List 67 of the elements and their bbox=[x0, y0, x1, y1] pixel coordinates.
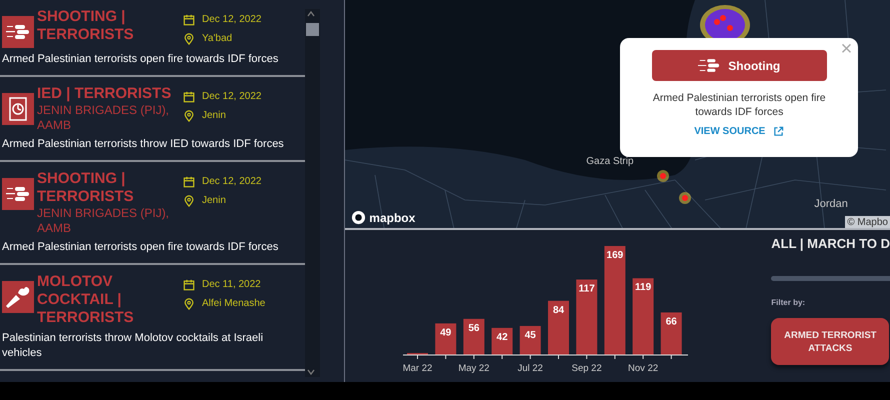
event-title: SHOOTING | TERRORISTS bbox=[37, 170, 135, 206]
filter-button[interactable]: ARMED TERRORIST ATTACKS bbox=[771, 318, 890, 365]
filter-label: Filter by: bbox=[771, 298, 806, 307]
map-attribution[interactable]: © Mapbo bbox=[845, 216, 890, 228]
location-pin-icon bbox=[183, 32, 195, 44]
bar-value-label: 66 bbox=[666, 316, 678, 328]
category-label: Shooting bbox=[728, 58, 780, 72]
bar-value-label: 49 bbox=[440, 327, 452, 338]
scrollbar[interactable] bbox=[305, 9, 320, 377]
chart-bar bbox=[661, 312, 682, 355]
bar-value-label: 56 bbox=[468, 322, 480, 334]
bottle-flame-icon bbox=[2, 281, 34, 313]
event-date: Dec 11, 2022 bbox=[202, 279, 261, 290]
event-location: Jenin bbox=[202, 110, 226, 121]
range-slider-track[interactable] bbox=[771, 276, 890, 281]
event-description: Armed Palestinian terrorists open fire towards IDF forces bbox=[2, 52, 280, 67]
axis-tick-label: Mar 22 bbox=[403, 363, 433, 374]
calendar-icon bbox=[183, 176, 195, 188]
chart-bar bbox=[548, 300, 570, 355]
bomb-icon bbox=[2, 93, 34, 125]
map-logo-text: mapbox bbox=[369, 210, 416, 224]
event-title: MOLOTOV COCKTAIL | TERRORISTS bbox=[37, 273, 135, 327]
bar-value-label: 45 bbox=[525, 330, 536, 341]
bar-value-label: 119 bbox=[635, 282, 652, 294]
event-group: JENIN BRIGADES (PIJ), AAMB bbox=[37, 103, 179, 133]
calendar-icon bbox=[183, 14, 195, 26]
location-pin-icon bbox=[183, 110, 195, 122]
event-location: Ya'bad bbox=[202, 33, 232, 44]
map-label: Gaza Strip bbox=[586, 156, 634, 167]
chart-bar bbox=[464, 318, 485, 355]
event-location: Alfei Menashe bbox=[202, 298, 266, 309]
calendar-icon bbox=[183, 90, 195, 102]
event-description: Armed Palestinian terrorists throw IED towards IDF forces bbox=[2, 137, 285, 152]
event-title: IED | TERRORISTS bbox=[37, 85, 172, 103]
chart-bar bbox=[520, 326, 542, 355]
axis-tick-label: Nov 22 bbox=[628, 363, 658, 374]
event-title: SHOOTING | TERRORISTS bbox=[37, 8, 135, 44]
bar-value-label: 84 bbox=[553, 304, 564, 316]
view-source-link[interactable]: VIEW SOURCE bbox=[694, 126, 784, 137]
popup-description: Armed Palestinian terrorists open fire towards IDF forces bbox=[652, 91, 827, 119]
event-date: Dec 12, 2022 bbox=[202, 176, 262, 187]
bar-value-label: 169 bbox=[606, 250, 624, 261]
mapbox-logo-icon bbox=[351, 210, 366, 225]
event-date: Dec 12, 2022 bbox=[202, 91, 262, 102]
chart-bar bbox=[435, 323, 456, 355]
location-pin-icon bbox=[183, 298, 195, 310]
map-view[interactable]: Gaza Strip Jordan mapbox © Mapbo × Shooting Armed Palestinian terrorists open fire towards IDF forces VIEW SOURCE bbox=[345, 0, 890, 230]
calendar-icon bbox=[183, 278, 195, 290]
external-link-icon bbox=[773, 126, 784, 137]
axis-tick-label: Jul 22 bbox=[518, 363, 544, 374]
map-label: Jordan bbox=[814, 198, 848, 210]
bar-value-label: 117 bbox=[578, 284, 596, 295]
bar-value-label: 42 bbox=[496, 332, 508, 343]
scroll-thumb[interactable] bbox=[306, 23, 319, 36]
event-description: Armed Palestinian terrorists open fire towards IDF forces bbox=[2, 240, 280, 255]
bullets-icon bbox=[2, 16, 34, 48]
date-range-heading: ALL | MARCH TO D bbox=[771, 236, 890, 251]
chart-bar bbox=[492, 328, 513, 355]
event-location: Jenin bbox=[202, 195, 226, 206]
location-pin-icon bbox=[183, 194, 195, 206]
event-description: Palestinian terrorists throw Molotov cocktails at Israeli vehicles bbox=[2, 331, 264, 361]
axis-tick-label: May 22 bbox=[458, 363, 490, 374]
bullets-icon bbox=[2, 178, 34, 210]
bullets-icon bbox=[698, 58, 720, 73]
event-date: Dec 12, 2022 bbox=[202, 14, 262, 25]
event-group: JENIN BRIGADES (PIJ), AAMB bbox=[37, 206, 179, 236]
axis-tick-label: Sep 22 bbox=[572, 363, 602, 374]
